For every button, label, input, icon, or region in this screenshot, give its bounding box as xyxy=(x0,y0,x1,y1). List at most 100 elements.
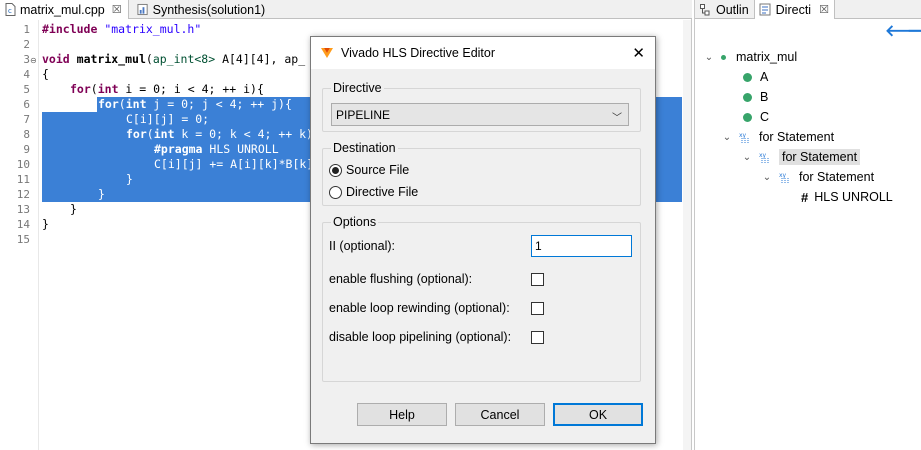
directive-icon xyxy=(759,3,773,16)
report-icon xyxy=(137,3,149,16)
editor-scrollbar[interactable] xyxy=(683,20,691,450)
line-number: 6 xyxy=(23,98,30,111)
ii-label: II (optional): xyxy=(329,239,396,253)
hash-icon: # xyxy=(801,189,809,205)
tab-synthesis[interactable]: Synthesis(solution1) xyxy=(129,0,272,19)
editor-tabbar: c matrix_mul.cpp ☒ Synthesis(solution1) xyxy=(0,0,692,19)
line-number-gutter: 1 2 3 ⊖ 4 5 6 7 8 9 10 11 12 13 14 15 xyxy=(0,20,38,450)
enable-flushing-checkbox[interactable] xyxy=(531,273,544,286)
directive-editor-dialog: Vivado HLS Directive Editor ✕ Directive … xyxy=(310,36,656,444)
rewinding-label: enable loop rewinding (optional): xyxy=(329,301,510,315)
code-line: for(int k = 0; k < 4; ++ k) xyxy=(126,127,313,141)
line-number: 13 xyxy=(16,203,30,216)
tab-outline[interactable]: Outlin xyxy=(695,0,754,19)
code-line: } xyxy=(70,202,77,216)
tree-node-loop[interactable]: ⌄ xy for Statement xyxy=(721,127,834,147)
dialog-title: Vivado HLS Directive Editor xyxy=(341,46,496,60)
close-tab-icon[interactable]: ☒ xyxy=(112,3,122,16)
group-label: Destination xyxy=(331,141,398,155)
loop-icon: xy xyxy=(779,172,789,183)
tree-node-loop[interactable]: ⌄ xy for Statement xyxy=(741,147,861,167)
code-line: } xyxy=(98,187,105,201)
code-line: } xyxy=(42,217,49,231)
disable-pipelining-checkbox[interactable] xyxy=(531,331,544,344)
tree-node-loop[interactable]: ⌄ xy for Statement xyxy=(761,167,874,187)
radio-empty-icon xyxy=(329,185,342,199)
tree-label: C xyxy=(760,110,770,124)
tree-label: HLS UNROLL xyxy=(814,190,893,204)
code-line: #pragma HLS UNROLL xyxy=(154,142,279,156)
code-line: for(int j = 0; j < 4; ++ j){ xyxy=(98,97,292,111)
tree-label: B xyxy=(760,90,769,104)
line-number: 8 xyxy=(23,128,30,141)
svg-text:c: c xyxy=(8,7,12,15)
svg-text:xy: xy xyxy=(759,152,767,159)
cancel-button[interactable]: Cancel xyxy=(455,403,545,426)
line-number: 9 xyxy=(23,143,30,156)
line-number: 1 xyxy=(23,23,30,36)
vivado-logo-icon xyxy=(321,48,333,58)
fold-marker-icon[interactable]: ⊖ xyxy=(30,57,38,65)
chevron-down-icon[interactable]: ⌄ xyxy=(703,52,715,63)
line-number: 10 xyxy=(16,158,30,171)
cpp-file-icon: c xyxy=(4,3,16,16)
tree-node-variable[interactable]: A xyxy=(743,67,768,87)
directive-group: Directive PIPELINE ﹀ xyxy=(322,81,641,132)
group-label: Directive xyxy=(331,81,384,95)
help-button[interactable]: Help xyxy=(357,403,447,426)
line-number: 3 xyxy=(23,53,30,66)
line-number: 14 xyxy=(16,218,30,231)
tab-directive[interactable]: Directi ☒ xyxy=(753,0,835,19)
forward-arrow-icon[interactable]: 🡒 xyxy=(907,24,921,40)
tree-node-directive[interactable]: # HLS UNROLL xyxy=(801,187,893,207)
radio-label: Directive File xyxy=(346,185,419,199)
chevron-down-icon[interactable]: ⌄ xyxy=(721,132,733,143)
radio-selected-icon xyxy=(329,163,342,177)
source-file-radio[interactable]: Source File xyxy=(329,161,409,179)
svg-text:xy: xy xyxy=(779,172,787,179)
tree-node-variable[interactable]: C xyxy=(743,107,769,127)
back-arrow-icon[interactable]: 🡐 xyxy=(885,24,921,40)
code-line: #include "matrix_mul.h" xyxy=(42,22,202,36)
line-number: 15 xyxy=(16,233,30,246)
line-number: 7 xyxy=(23,113,30,126)
radio-label: Source File xyxy=(346,163,410,177)
code-line: { xyxy=(42,67,49,81)
variable-icon xyxy=(743,112,752,122)
directive-select[interactable]: PIPELINE ﹀ xyxy=(331,103,629,126)
ii-input[interactable]: 1 xyxy=(531,235,632,257)
code-line: C[i][j] = 0; xyxy=(126,112,210,126)
line-number: 12 xyxy=(16,188,30,201)
line-number: 4 xyxy=(23,68,30,81)
flushing-label: enable flushing (optional): xyxy=(329,272,473,286)
tab-label: Directi xyxy=(775,2,812,17)
chevron-down-icon[interactable]: ⌄ xyxy=(761,172,773,183)
dialog-titlebar[interactable]: Vivado HLS Directive Editor ✕ xyxy=(311,37,655,69)
close-tab-icon[interactable]: ☒ xyxy=(819,3,829,16)
code-line: C[i][j] += A[i][k]*B[k] xyxy=(154,157,314,171)
line-number: 2 xyxy=(23,38,30,51)
svg-text:xy: xy xyxy=(739,132,747,139)
ok-button[interactable]: OK xyxy=(553,403,643,426)
tab-label: Synthesis(solution1) xyxy=(152,2,266,17)
loop-icon: xy xyxy=(759,152,769,163)
panel-tabbar: Outlin Directi ☒ xyxy=(695,0,921,19)
line-number: 5 xyxy=(23,83,30,96)
directive-panel: Outlin Directi ☒ 🡐 🡒 ⌄ matrix_mul A B C … xyxy=(694,0,921,450)
tree-node-variable[interactable]: B xyxy=(743,87,768,107)
tab-matrix-mul-cpp[interactable]: c matrix_mul.cpp ☒ xyxy=(0,0,129,19)
close-icon[interactable]: ✕ xyxy=(632,44,645,62)
loop-icon: xy xyxy=(739,132,749,143)
tree-node-function[interactable]: ⌄ matrix_mul xyxy=(703,47,797,67)
variable-icon xyxy=(743,72,752,82)
disable-pipelining-label: disable loop pipelining (optional): xyxy=(329,330,512,344)
directive-file-radio[interactable]: Directive File xyxy=(329,183,418,201)
group-label: Options xyxy=(331,215,379,229)
tab-label: matrix_mul.cpp xyxy=(20,2,105,17)
code-line: void matrix_mul(ap_int<8> A[4][4], ap_ xyxy=(42,52,306,66)
select-value: PIPELINE xyxy=(336,107,391,122)
chevron-down-icon: ﹀ xyxy=(612,113,622,124)
tree-label: for Statement xyxy=(779,149,861,165)
chevron-down-icon[interactable]: ⌄ xyxy=(741,152,753,163)
enable-rewinding-checkbox[interactable] xyxy=(531,302,544,315)
